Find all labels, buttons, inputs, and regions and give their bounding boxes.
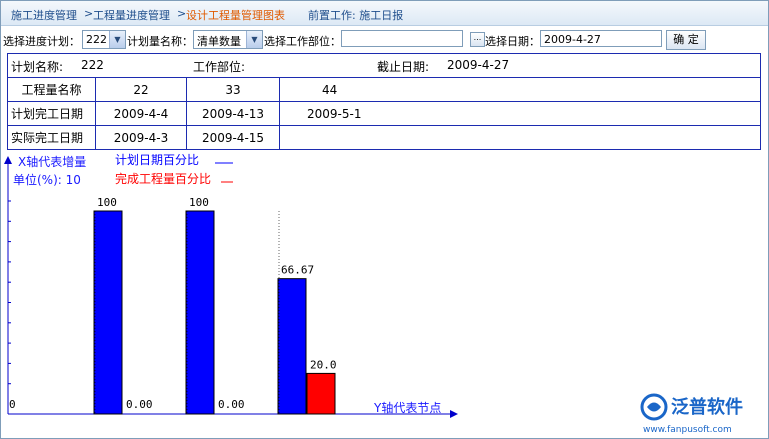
table-row: 实际完工日期 2009-4-3 2009-4-15	[7, 125, 761, 150]
plan-select[interactable]: 222 ▼	[82, 30, 126, 49]
breadcrumb-separator: >	[84, 7, 94, 20]
breadcrumb-item-current: 设计工程量管理图表	[186, 9, 285, 22]
quantity-select[interactable]: 清单数量 ▼	[193, 30, 263, 49]
legend-label: 计划日期百分比	[115, 153, 199, 167]
planned-date-cell: 2009-4-4	[95, 101, 187, 126]
bar-value-label: 20.0	[310, 358, 337, 371]
filter-toolbar: 选择进度计划： 222 ▼ 计划量名称： 清单数量 ▼ 选择工作部位： ... …	[0, 28, 769, 50]
unit-label: 单位(%): 10	[13, 172, 81, 187]
quantity-select-label: 计划量名称：	[127, 35, 193, 48]
row-header-planned-date: 计划完工日期	[7, 101, 96, 126]
bar-value-label: 66.67	[281, 264, 314, 277]
breadcrumb-bar: 施工进度管理 > 工程量进度管理 > 设计工程量管理图表 前置工作: 施工日报	[1, 1, 768, 26]
dept-input[interactable]	[341, 30, 463, 47]
breadcrumb-separator: >	[177, 7, 187, 20]
planned-bar	[185, 210, 215, 415]
bar-value-label: 0.00	[126, 398, 153, 411]
planned-bar	[277, 278, 307, 415]
plan-select-label: 选择进度计划：	[3, 35, 80, 48]
chevron-down-icon[interactable]: ▼	[109, 31, 125, 48]
bar-value-label: 0.00	[218, 398, 245, 411]
date-label: 选择日期：	[485, 35, 540, 48]
row-header-actual-date: 实际完工日期	[7, 125, 96, 150]
deadline-value: 2009-4-27	[447, 58, 510, 72]
actual-date-cell: 2009-4-3	[95, 125, 187, 150]
quantity-select-value: 清单数量	[197, 35, 241, 48]
plan-select-value: 222	[86, 33, 107, 46]
y-axis-arrow-icon	[4, 156, 12, 164]
prev-work-link[interactable]: 前置工作: 施工日报	[308, 7, 403, 23]
bar-value-label: 100	[189, 196, 209, 209]
deadline-label: 截止日期:	[377, 60, 430, 74]
plan-name-value: 222	[81, 58, 104, 72]
breadcrumb-item-quantity-progress[interactable]: 工程量进度管理	[93, 7, 170, 23]
logo-mark-inner-icon	[647, 402, 661, 412]
breadcrumb-item-construction-progress[interactable]: 施工进度管理	[11, 7, 77, 23]
bar-value-label: 100	[97, 196, 117, 209]
date-input[interactable]: 2009-4-27	[540, 30, 662, 47]
planned-bar	[93, 210, 123, 415]
logo-url: www.fanpusoft.com	[643, 425, 732, 435]
work-part-label: 工作部位:	[193, 60, 246, 74]
dept-label: 选择工作部位：	[264, 35, 341, 48]
quantity-cell: 33	[186, 77, 280, 102]
plan-name-label: 计划名称:	[11, 60, 64, 74]
table-row: 工程量名称 22 33 44	[7, 77, 761, 102]
chevron-down-icon[interactable]: ▼	[246, 31, 262, 48]
actual-date-cell	[279, 125, 761, 150]
x-axis-arrow-icon	[450, 410, 458, 418]
y-axis-label: Y轴代表节点	[373, 400, 441, 415]
logo-name: 泛普软件	[671, 396, 743, 418]
table-row: 计划名称: 222 工作部位: 截止日期: 2009-4-27	[7, 53, 761, 78]
quantity-cell: 44	[279, 77, 761, 102]
actual-date-cell: 2009-4-15	[186, 125, 280, 150]
completed-bar	[306, 372, 336, 415]
confirm-button[interactable]: 确 定	[666, 30, 706, 50]
table-row: 计划完工日期 2009-4-4 2009-4-13 2009-5-1	[7, 101, 761, 126]
legend-label: 完成工程量百分比	[115, 171, 211, 186]
quantity-cell: 22	[95, 77, 187, 102]
x-axis-label: X轴代表增量	[18, 154, 86, 169]
dept-picker-button[interactable]: ...	[470, 32, 485, 47]
origin-label: 0	[9, 398, 16, 411]
planned-date-cell: 2009-5-1	[279, 101, 761, 126]
planned-date-cell: 2009-4-13	[186, 101, 280, 126]
plan-info-table: 计划名称: 222 工作部位: 截止日期: 2009-4-27 工程量名称 22…	[7, 53, 761, 150]
fanpu-logo: 泛普软件 www.fanpusoft.com	[640, 393, 743, 435]
row-header-quantity-name: 工程量名称	[7, 77, 96, 102]
